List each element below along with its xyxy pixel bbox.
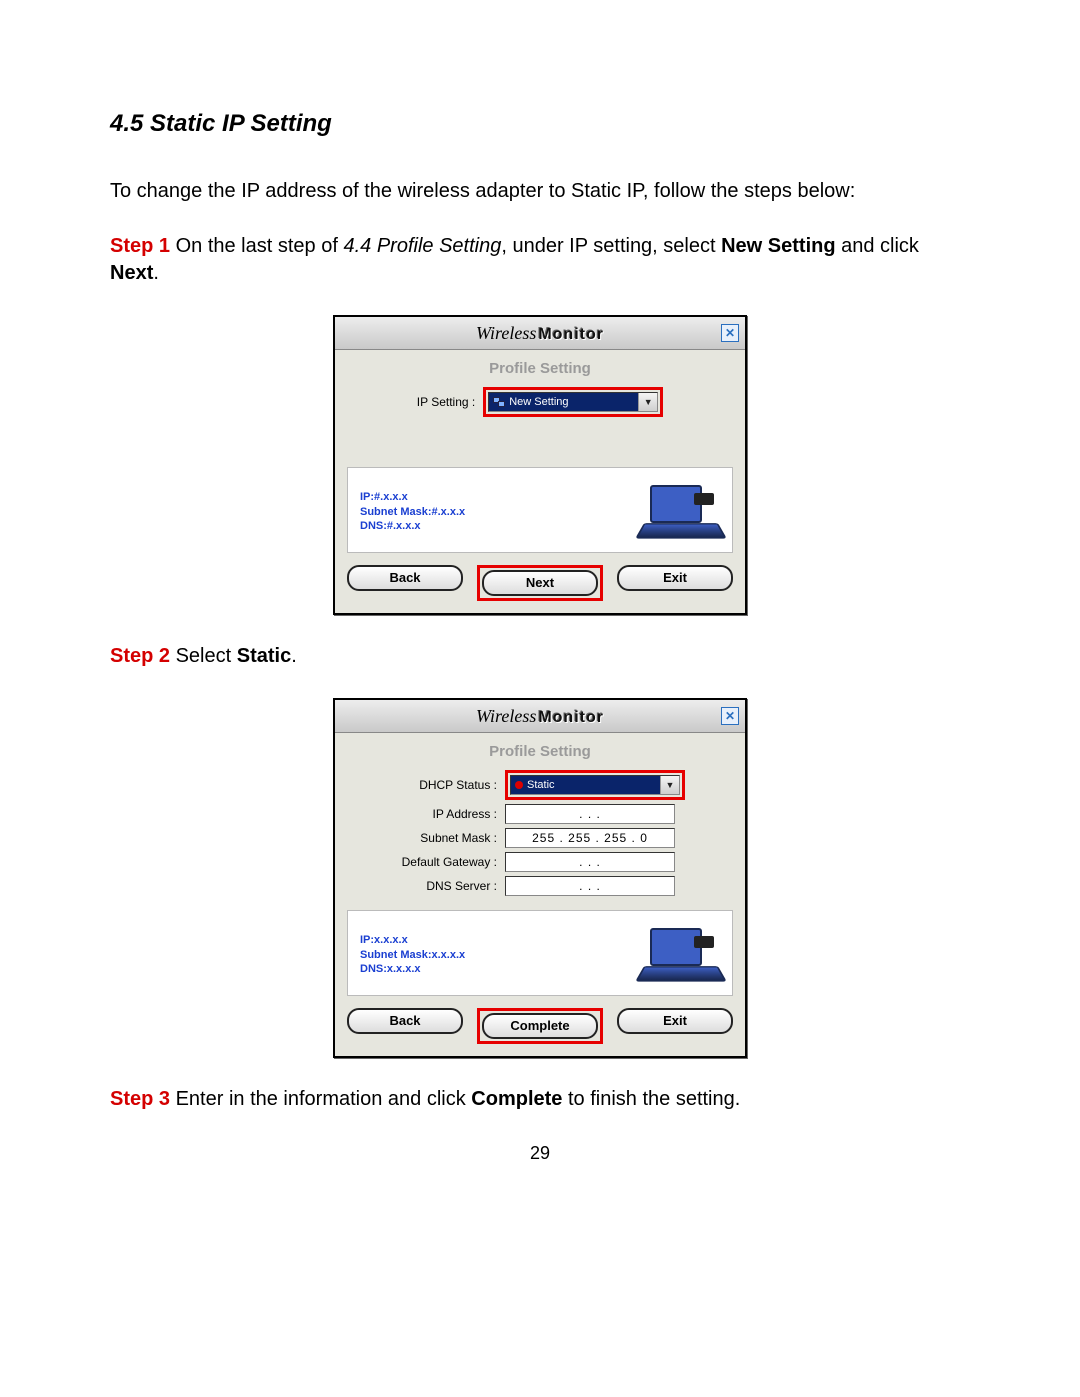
step-1-text-b: , under IP setting, select — [501, 235, 721, 257]
brand-mono: Monitor — [538, 326, 604, 343]
dropdown-value: New Setting — [509, 396, 568, 408]
step-3-text-a: Enter in the information and click — [170, 1088, 471, 1110]
step-1-bold-2: Next — [110, 262, 153, 284]
default-gateway-label: Default Gateway : — [347, 855, 505, 869]
info-subnet: Subnet Mask:x.x.x.x — [360, 948, 622, 963]
button-row: Back Complete Exit — [347, 1008, 733, 1044]
exit-button[interactable]: Exit — [617, 565, 733, 591]
network-icon — [493, 397, 505, 407]
wireless-monitor-dialog-1: WirelessMonitor ✕ Profile Setting IP Set… — [333, 315, 747, 615]
dns-server-row: DNS Server : . . . — [347, 876, 733, 896]
back-button[interactable]: Back — [347, 565, 463, 591]
brand-script: Wireless — [476, 323, 536, 343]
app-title: WirelessMonitor — [359, 323, 721, 344]
subnet-mask-input[interactable]: 255 . 255 . 255 . 0 — [505, 828, 675, 848]
step-1-label: Step 1 — [110, 235, 170, 257]
info-dns: DNS:x.x.x.x — [360, 962, 622, 977]
dns-server-input[interactable]: . . . — [505, 876, 675, 896]
dialog-body: Profile Setting IP Setting : New Setting… — [335, 350, 745, 613]
next-button[interactable]: Next — [482, 570, 598, 596]
titlebar: WirelessMonitor ✕ — [335, 317, 745, 350]
step-3-label: Step 3 — [110, 1088, 170, 1110]
ip-address-row: IP Address : . . . — [347, 804, 733, 824]
dialog-body: Profile Setting DHCP Status : Static ▼ I… — [335, 733, 745, 1056]
laptop-icon — [640, 485, 720, 540]
ip-setting-label: IP Setting : — [417, 395, 483, 409]
default-gateway-row: Default Gateway : . . . — [347, 852, 733, 872]
info-ip: IP:#.x.x.x — [360, 490, 622, 505]
step-1-text-d: . — [153, 262, 159, 284]
step-1-text-a: On the last step of — [170, 235, 343, 257]
info-panel: IP:x.x.x.x Subnet Mask:x.x.x.x DNS:x.x.x… — [347, 910, 733, 996]
chevron-down-icon[interactable]: ▼ — [660, 776, 679, 794]
laptop-icon — [640, 928, 720, 983]
chevron-down-icon[interactable]: ▼ — [638, 393, 657, 411]
titlebar: WirelessMonitor ✕ — [335, 700, 745, 733]
dropdown-selected: New Setting — [489, 393, 638, 411]
dhcp-status-highlight: Static ▼ — [505, 770, 685, 800]
dropdown-selected: Static — [511, 776, 660, 794]
close-icon[interactable]: ✕ — [721, 324, 739, 342]
step-2-paragraph: Step 2 Select Static. — [110, 643, 970, 670]
dialog-subheading: Profile Setting — [347, 360, 733, 377]
back-button[interactable]: Back — [347, 1008, 463, 1034]
step-3-text-b: to finish the setting. — [562, 1088, 740, 1110]
step-1-paragraph: Step 1 On the last step of 4.4 Profile S… — [110, 233, 970, 287]
brand-script: Wireless — [476, 706, 536, 726]
dropdown-value: Static — [527, 779, 555, 791]
ip-setting-highlight: New Setting ▼ — [483, 387, 663, 417]
subnet-mask-label: Subnet Mask : — [347, 831, 505, 845]
step-3-bold-1: Complete — [471, 1088, 562, 1110]
step-2-label: Step 2 — [110, 645, 170, 667]
dialog-subheading: Profile Setting — [347, 743, 733, 760]
exit-button[interactable]: Exit — [617, 1008, 733, 1034]
complete-button[interactable]: Complete — [482, 1013, 598, 1039]
step-2-bold-1: Static — [237, 645, 291, 667]
step-1-text-c: and click — [836, 235, 919, 257]
info-ip: IP:x.x.x.x — [360, 933, 622, 948]
step-2-text-d: . — [291, 645, 297, 667]
ip-setting-row: IP Setting : New Setting ▼ — [347, 387, 733, 417]
button-row: Back Next Exit — [347, 565, 733, 601]
step-3-paragraph: Step 3 Enter in the information and clic… — [110, 1086, 970, 1113]
close-icon[interactable]: ✕ — [721, 707, 739, 725]
default-gateway-input[interactable]: . . . — [505, 852, 675, 872]
red-dot-icon — [515, 781, 523, 789]
dns-server-label: DNS Server : — [347, 879, 505, 893]
section-heading: 4.5 Static IP Setting — [110, 110, 970, 138]
intro-paragraph: To change the IP address of the wireless… — [110, 178, 970, 205]
info-panel: IP:#.x.x.x Subnet Mask:#.x.x.x DNS:#.x.x… — [347, 467, 733, 553]
info-subnet: Subnet Mask:#.x.x.x — [360, 505, 622, 520]
app-title: WirelessMonitor — [359, 706, 721, 727]
wireless-monitor-dialog-2: WirelessMonitor ✕ Profile Setting DHCP S… — [333, 698, 747, 1058]
ip-address-label: IP Address : — [347, 807, 505, 821]
dhcp-status-label: DHCP Status : — [347, 778, 505, 792]
page-number: 29 — [110, 1143, 970, 1164]
ip-setting-dropdown[interactable]: New Setting ▼ — [488, 392, 658, 412]
step-1-bold-1: New Setting — [721, 235, 835, 257]
info-dns: DNS:#.x.x.x — [360, 519, 622, 534]
brand-mono: Monitor — [538, 709, 604, 726]
dhcp-status-row: DHCP Status : Static ▼ — [347, 770, 733, 800]
info-text: IP:#.x.x.x Subnet Mask:#.x.x.x DNS:#.x.x… — [360, 490, 622, 535]
step-1-ref: 4.4 Profile Setting — [343, 235, 501, 257]
step-2-text-a: Select — [170, 645, 237, 667]
info-text: IP:x.x.x.x Subnet Mask:x.x.x.x DNS:x.x.x… — [360, 933, 622, 978]
ip-address-input[interactable]: . . . — [505, 804, 675, 824]
subnet-mask-row: Subnet Mask : 255 . 255 . 255 . 0 — [347, 828, 733, 848]
dhcp-status-dropdown[interactable]: Static ▼ — [510, 775, 680, 795]
